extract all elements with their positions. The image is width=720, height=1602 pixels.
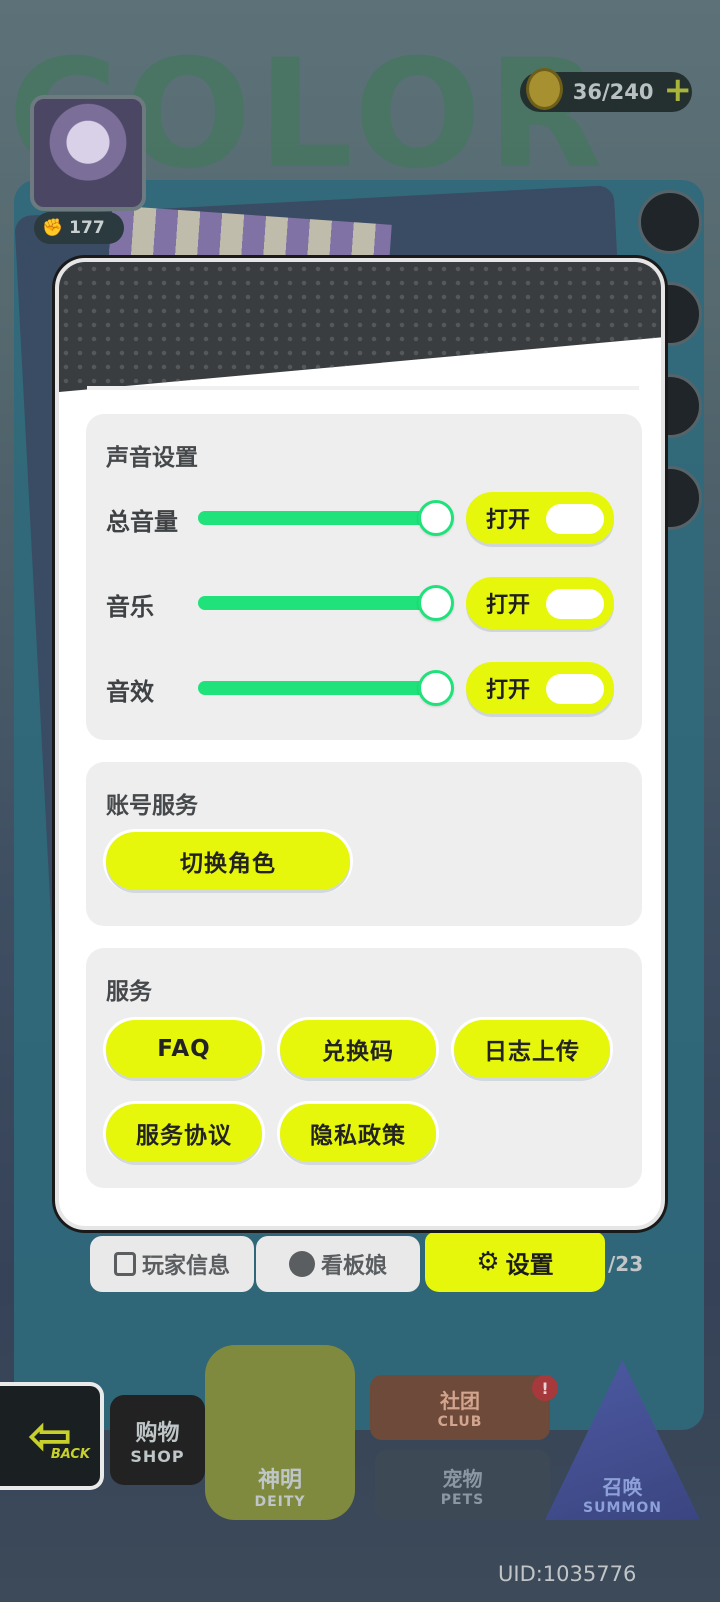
back-label: BACK bbox=[50, 1447, 90, 1462]
master-volume-label: 总音量 bbox=[106, 508, 178, 536]
music-toggle-knob bbox=[546, 589, 604, 619]
sound-effects-slider[interactable] bbox=[198, 681, 436, 695]
user-icon bbox=[288, 1251, 315, 1277]
energy-value: 36/240 bbox=[572, 80, 654, 104]
tab-mascot-label: 看板娘 bbox=[320, 1254, 387, 1279]
sound-settings-title: 声音设置 bbox=[106, 445, 198, 471]
nav-pets-sub: PETS bbox=[440, 1491, 485, 1508]
master-volume-slider-knob[interactable] bbox=[418, 500, 454, 536]
power-badge: ✊ 177 bbox=[34, 212, 124, 244]
nav-shop[interactable]: 购物 SHOP bbox=[110, 1395, 205, 1485]
power-value: 177 bbox=[69, 218, 105, 238]
music-toggle-label: 打开 bbox=[486, 593, 531, 618]
back-button[interactable]: ⇦ BACK bbox=[0, 1382, 104, 1490]
privacy-policy-button[interactable]: 隐私政策 bbox=[280, 1104, 436, 1162]
nav-summon-sub: SUMMON bbox=[583, 1500, 662, 1516]
side-menu-icon-1[interactable] bbox=[638, 190, 702, 254]
sound-effects-toggle-label: 打开 bbox=[486, 678, 531, 703]
master-volume-toggle-knob bbox=[546, 504, 604, 534]
nav-deity[interactable]: 神明 DEITY bbox=[205, 1345, 355, 1520]
master-volume-toggle-label: 打开 bbox=[486, 508, 531, 533]
sound-effects-slider-knob[interactable] bbox=[418, 670, 454, 706]
nav-club-sub: CLUB bbox=[437, 1414, 483, 1430]
nav-deity-label: 神明 bbox=[257, 1468, 302, 1493]
tab-mascot[interactable]: 看板娘 bbox=[256, 1236, 420, 1292]
nav-deity-sub: DEITY bbox=[254, 1494, 306, 1510]
service-agreement-button[interactable]: 服务协议 bbox=[106, 1104, 262, 1162]
nav-club[interactable]: 社团 CLUB bbox=[370, 1375, 550, 1440]
tab-pager: /23 bbox=[608, 1252, 644, 1276]
service-title: 服务 bbox=[106, 979, 152, 1005]
club-alert-badge: ! bbox=[532, 1375, 558, 1401]
redeem-code-button[interactable]: 兑换码 bbox=[280, 1020, 436, 1078]
tab-player-info-label: 玩家信息 bbox=[141, 1254, 230, 1279]
switch-role-button[interactable]: 切换角色 bbox=[106, 832, 350, 890]
account-service-title: 账号服务 bbox=[106, 793, 198, 819]
nav-shop-label: 购物 bbox=[135, 1420, 180, 1446]
tab-settings[interactable]: ⚙ 设置 bbox=[425, 1232, 605, 1292]
sound-effects-label: 音效 bbox=[106, 678, 154, 706]
nav-pets[interactable]: 宠物 PETS bbox=[375, 1450, 550, 1520]
sound-settings-section: 声音设置 总音量 打开 音乐 打开 音效 打开 bbox=[86, 414, 642, 740]
settings-modal: 声音设置 总音量 打开 音乐 打开 音效 打开 账号服务 切换角色 服务 FAQ 兑换码 … bbox=[55, 258, 665, 1230]
nav-shop-sub: SHOP bbox=[130, 1446, 185, 1466]
user-id: UID:1035776 bbox=[498, 1562, 637, 1586]
tab-settings-label: 设置 bbox=[505, 1250, 554, 1279]
gear-icon: ⚙ bbox=[476, 1247, 500, 1277]
tab-player-info[interactable]: 玩家信息 bbox=[90, 1236, 254, 1292]
master-volume-toggle[interactable]: 打开 bbox=[466, 492, 614, 544]
music-toggle[interactable]: 打开 bbox=[466, 577, 614, 629]
upload-log-button[interactable]: 日志上传 bbox=[454, 1020, 610, 1078]
energy-coin-icon bbox=[526, 68, 563, 110]
modal-header-pattern bbox=[59, 262, 661, 392]
add-energy-icon[interactable]: + bbox=[664, 73, 693, 107]
account-service-section: 账号服务 切换角色 bbox=[86, 762, 642, 926]
player-avatar[interactable] bbox=[30, 95, 146, 211]
nav-pets-label: 宠物 bbox=[442, 1466, 483, 1491]
master-volume-slider[interactable] bbox=[198, 511, 436, 525]
modal-divider bbox=[87, 386, 639, 390]
music-slider-knob[interactable] bbox=[418, 585, 454, 621]
nav-summon-label: 召唤 bbox=[602, 1475, 643, 1499]
id-card-icon bbox=[113, 1252, 136, 1276]
sound-effects-toggle-knob bbox=[546, 674, 604, 704]
service-section: 服务 FAQ 兑换码 日志上传 服务协议 隐私政策 bbox=[86, 948, 642, 1188]
music-label: 音乐 bbox=[106, 593, 154, 621]
music-slider[interactable] bbox=[198, 596, 436, 610]
nav-club-label: 社团 bbox=[440, 1389, 480, 1413]
fist-icon: ✊ bbox=[42, 218, 64, 238]
sound-effects-toggle[interactable]: 打开 bbox=[466, 662, 614, 714]
energy-counter[interactable]: 36/240 + bbox=[520, 68, 693, 112]
faq-button[interactable]: FAQ bbox=[106, 1020, 262, 1078]
